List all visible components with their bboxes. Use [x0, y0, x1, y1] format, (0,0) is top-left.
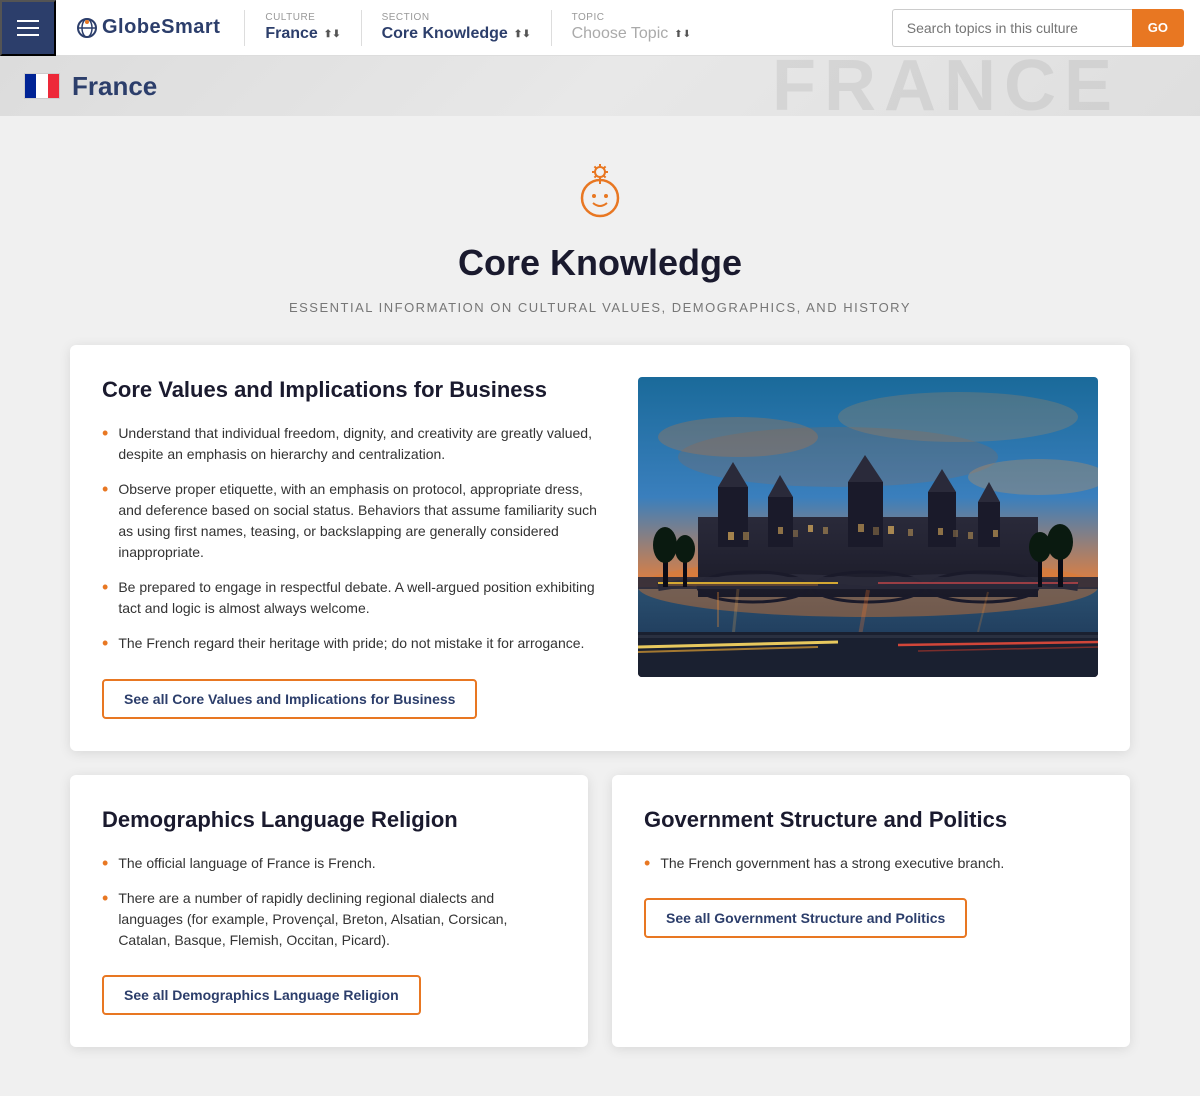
core-values-title: Core Values and Implications for Busines…	[102, 377, 606, 403]
list-item: The French regard their heritage with pr…	[102, 633, 606, 655]
nav-separator-3	[551, 10, 552, 46]
nav-separator	[244, 10, 245, 46]
government-title: Government Structure and Politics	[644, 807, 1098, 833]
hamburger-line	[17, 20, 39, 22]
government-bullets: The French government has a strong execu…	[644, 853, 1098, 875]
logo-area: GlobeSmart	[56, 16, 240, 39]
list-item: There are a number of rapidly declining …	[102, 888, 556, 951]
core-knowledge-icon	[565, 156, 635, 226]
page-title: France	[72, 71, 157, 102]
demographics-see-all-button[interactable]: See all Demographics Language Religion	[102, 975, 421, 1015]
paris-image-container	[638, 377, 1098, 719]
nav-separator-2	[361, 10, 362, 46]
hamburger-line	[17, 27, 39, 29]
culture-label: CULTURE	[265, 12, 340, 23]
topic-value: Choose Topic ⬆⬇	[572, 25, 691, 43]
hero-section: Core Knowledge ESSENTIAL INFORMATION ON …	[0, 116, 1200, 345]
topic-dropdown[interactable]: TOPIC Choose Topic ⬆⬇	[556, 12, 707, 43]
hero-title: Core Knowledge	[20, 242, 1180, 284]
section-dropdown[interactable]: SECTION Core Knowledge ⬆⬇	[366, 12, 547, 43]
core-values-card: Core Values and Implications for Busines…	[70, 345, 1130, 751]
core-values-see-all-button[interactable]: See all Core Values and Implications for…	[102, 679, 477, 719]
core-values-content: Core Values and Implications for Busines…	[102, 377, 606, 719]
culture-arrow-icon: ⬆⬇	[324, 29, 341, 40]
top-navigation: GlobeSmart CULTURE France ⬆⬇ SECTION Cor…	[0, 0, 1200, 56]
search-button[interactable]: GO	[1132, 9, 1184, 47]
demographics-title: Demographics Language Religion	[102, 807, 556, 833]
flag-blue	[25, 74, 36, 98]
topic-arrow-icon: ⬆⬇	[674, 29, 691, 40]
list-item: Understand that individual freedom, dign…	[102, 423, 606, 465]
list-item: Be prepared to engage in respectful deba…	[102, 577, 606, 619]
globe-icon	[76, 17, 98, 39]
france-flag	[24, 73, 60, 99]
main-content: Core Knowledge ESSENTIAL INFORMATION ON …	[0, 116, 1200, 1087]
topic-label: TOPIC	[572, 12, 691, 23]
government-card: Government Structure and Politics The Fr…	[612, 775, 1130, 1048]
government-see-all-button[interactable]: See all Government Structure and Politic…	[644, 898, 967, 938]
cards-container: Core Values and Implications for Busines…	[50, 345, 1150, 1087]
hamburger-button[interactable]	[0, 0, 56, 56]
section-arrow-icon: ⬆⬇	[514, 29, 531, 40]
list-item: Observe proper etiquette, with an emphas…	[102, 479, 606, 563]
logo-text: GlobeSmart	[102, 16, 220, 39]
section-value: Core Knowledge ⬆⬇	[382, 25, 531, 43]
hero-subtitle: ESSENTIAL INFORMATION ON CULTURAL VALUES…	[20, 300, 1180, 315]
section-label: SECTION	[382, 12, 531, 23]
flag-red	[48, 74, 59, 98]
hamburger-line	[17, 34, 39, 36]
cards-row: Demographics Language Religion The offic…	[70, 775, 1130, 1048]
demographics-bullets: The official language of France is Frenc…	[102, 853, 556, 952]
list-item: The French government has a strong execu…	[644, 853, 1098, 875]
culture-dropdown[interactable]: CULTURE France ⬆⬇	[249, 12, 356, 43]
culture-value: France ⬆⬇	[265, 25, 340, 43]
core-values-bullets: Understand that individual freedom, dign…	[102, 423, 606, 655]
page-header: FRANCE France	[0, 56, 1200, 116]
demographics-card: Demographics Language Religion The offic…	[70, 775, 588, 1048]
list-item: The official language of France is Frenc…	[102, 853, 556, 875]
search-area: GO	[892, 9, 1200, 47]
flag-white	[36, 74, 47, 98]
search-input[interactable]	[892, 9, 1132, 47]
